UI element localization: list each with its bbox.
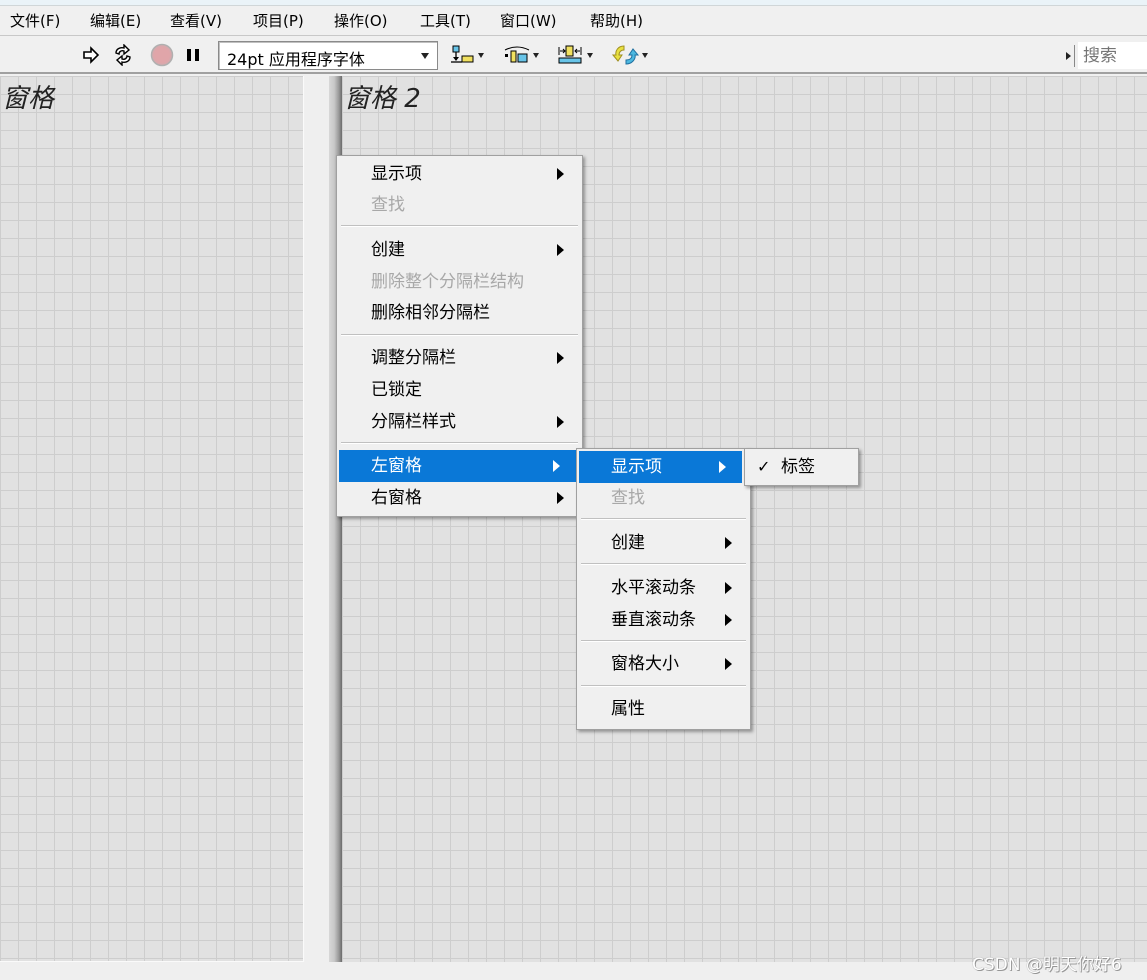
font-select[interactable]: 24pt 应用程序字体 — [218, 41, 438, 70]
menu-item-locked[interactable]: 已锁定 — [339, 374, 580, 406]
submenu-item-label-toggle[interactable]: ✓ 标签 — [747, 451, 856, 483]
menu-item-label: 分隔栏样式 — [371, 412, 456, 432]
search-input[interactable] — [1078, 42, 1147, 69]
submenu-arrow-icon — [557, 416, 564, 428]
menu-separator — [341, 334, 578, 336]
menu-item-remove-splitter-structure: 删除整个分隔栏结构 — [339, 266, 580, 298]
submenu-arrow-icon — [725, 658, 732, 670]
search-separator — [1074, 45, 1075, 67]
left-pane-label[interactable]: 窗格 — [2, 78, 54, 115]
align-objects-icon[interactable] — [448, 43, 486, 67]
submenu-item-find: 查找 — [579, 482, 748, 514]
menu-bar: 文件(F) 编辑(E) 查看(V) 项目(P) 操作(O) 工具(T) 窗口(W… — [0, 6, 1147, 36]
menu-item-visible-items[interactable]: 显示项 — [339, 158, 580, 190]
menu-project[interactable]: 项目(P) — [251, 10, 306, 32]
submenu-item-vertical-scrollbar[interactable]: 垂直滚动条 — [579, 604, 748, 636]
menu-item-label: 左窗格 — [371, 456, 422, 476]
reorder-icon[interactable] — [608, 43, 652, 67]
menu-item-create[interactable]: 创建 — [339, 234, 580, 266]
menu-item-label: 属性 — [611, 699, 645, 719]
menu-item-label: 查找 — [371, 195, 405, 215]
submenu-item-horizontal-scrollbar[interactable]: 水平滚动条 — [579, 572, 748, 604]
submenu-arrow-icon — [557, 492, 564, 504]
pause-icon[interactable] — [183, 43, 203, 67]
menu-item-splitter-style[interactable]: 分隔栏样式 — [339, 406, 580, 438]
menu-item-label: 创建 — [611, 533, 645, 553]
menu-help[interactable]: 帮助(H) — [588, 10, 645, 32]
menu-operate[interactable]: 操作(O) — [332, 10, 390, 32]
menu-item-label: 标签 — [781, 457, 815, 477]
submenu-item-properties[interactable]: 属性 — [579, 693, 748, 725]
checkmark-icon: ✓ — [757, 457, 771, 476]
menu-view[interactable]: 查看(V) — [168, 10, 224, 32]
submenu-arrow-icon — [557, 352, 564, 364]
run-arrow-icon[interactable] — [80, 43, 102, 67]
search-expand-icon[interactable] — [1066, 52, 1071, 60]
menu-item-adjust-splitter[interactable]: 调整分隔栏 — [339, 342, 580, 374]
submenu-item-create[interactable]: 创建 — [579, 527, 748, 559]
submenu-item-visible-items[interactable]: 显示项 — [579, 451, 742, 483]
submenu-item-pane-size[interactable]: 窗格大小 — [579, 648, 748, 680]
visible-items-submenu: ✓ 标签 — [744, 448, 859, 486]
menu-separator — [581, 518, 746, 520]
chevron-down-icon — [533, 52, 539, 58]
chevron-down-icon — [642, 52, 648, 58]
menu-tools[interactable]: 工具(T) — [418, 10, 473, 32]
right-pane-label[interactable]: 窗格 2 — [344, 78, 421, 115]
chevron-down-icon — [587, 52, 593, 58]
menu-item-find: 查找 — [339, 189, 580, 221]
submenu-arrow-icon — [557, 244, 564, 256]
menu-item-label: 显示项 — [371, 164, 422, 184]
menu-item-label: 删除相邻分隔栏 — [371, 303, 490, 323]
left-pane[interactable] — [0, 76, 304, 962]
menu-separator — [581, 640, 746, 642]
chevron-down-icon — [478, 52, 484, 58]
menu-item-label: 显示项 — [611, 457, 662, 477]
menu-item-left-pane[interactable]: 左窗格 — [339, 450, 576, 482]
toolbar: 24pt 应用程序字体 — [0, 37, 1147, 74]
menu-item-label: 水平滚动条 — [611, 578, 696, 598]
menu-item-label: 删除整个分隔栏结构 — [371, 272, 524, 292]
left-pane-submenu: 显示项 查找 创建 水平滚动条 垂直滚动条 窗格大小 属性 — [576, 448, 751, 730]
menu-item-label: 调整分隔栏 — [371, 348, 456, 368]
menu-separator — [581, 563, 746, 565]
menu-separator — [341, 225, 578, 227]
submenu-arrow-icon — [553, 460, 560, 472]
context-menu: 显示项 查找 创建 删除整个分隔栏结构 删除相邻分隔栏 调整分隔栏 已锁定 分隔… — [336, 155, 583, 517]
search-box — [1062, 41, 1147, 70]
menu-item-label: 创建 — [371, 240, 405, 260]
menu-file[interactable]: 文件(F) — [8, 10, 62, 32]
menu-separator — [341, 442, 578, 444]
submenu-arrow-icon — [725, 582, 732, 594]
run-continuously-icon[interactable] — [111, 43, 135, 67]
menu-separator — [581, 685, 746, 687]
menu-item-right-pane[interactable]: 右窗格 — [339, 482, 580, 514]
distribute-objects-icon[interactable] — [501, 43, 541, 67]
chevron-down-icon — [421, 53, 429, 59]
menu-edit[interactable]: 编辑(E) — [88, 10, 143, 32]
submenu-arrow-icon — [557, 168, 564, 180]
menu-item-label: 窗格大小 — [611, 654, 679, 674]
abort-stop-icon[interactable] — [149, 43, 175, 67]
menu-item-label: 查找 — [611, 488, 645, 508]
menu-window[interactable]: 窗口(W) — [498, 10, 559, 32]
submenu-arrow-icon — [719, 461, 726, 473]
menu-item-remove-adjacent-splitter[interactable]: 删除相邻分隔栏 — [339, 297, 580, 329]
submenu-arrow-icon — [725, 537, 732, 549]
submenu-arrow-icon — [725, 614, 732, 626]
font-select-value: 24pt 应用程序字体 — [227, 50, 365, 69]
watermark: CSDN @明天你好6 — [972, 955, 1122, 975]
resize-objects-icon[interactable] — [555, 43, 595, 67]
menu-item-label: 垂直滚动条 — [611, 610, 696, 630]
menu-item-label: 右窗格 — [371, 488, 422, 508]
menu-item-label: 已锁定 — [371, 380, 422, 400]
